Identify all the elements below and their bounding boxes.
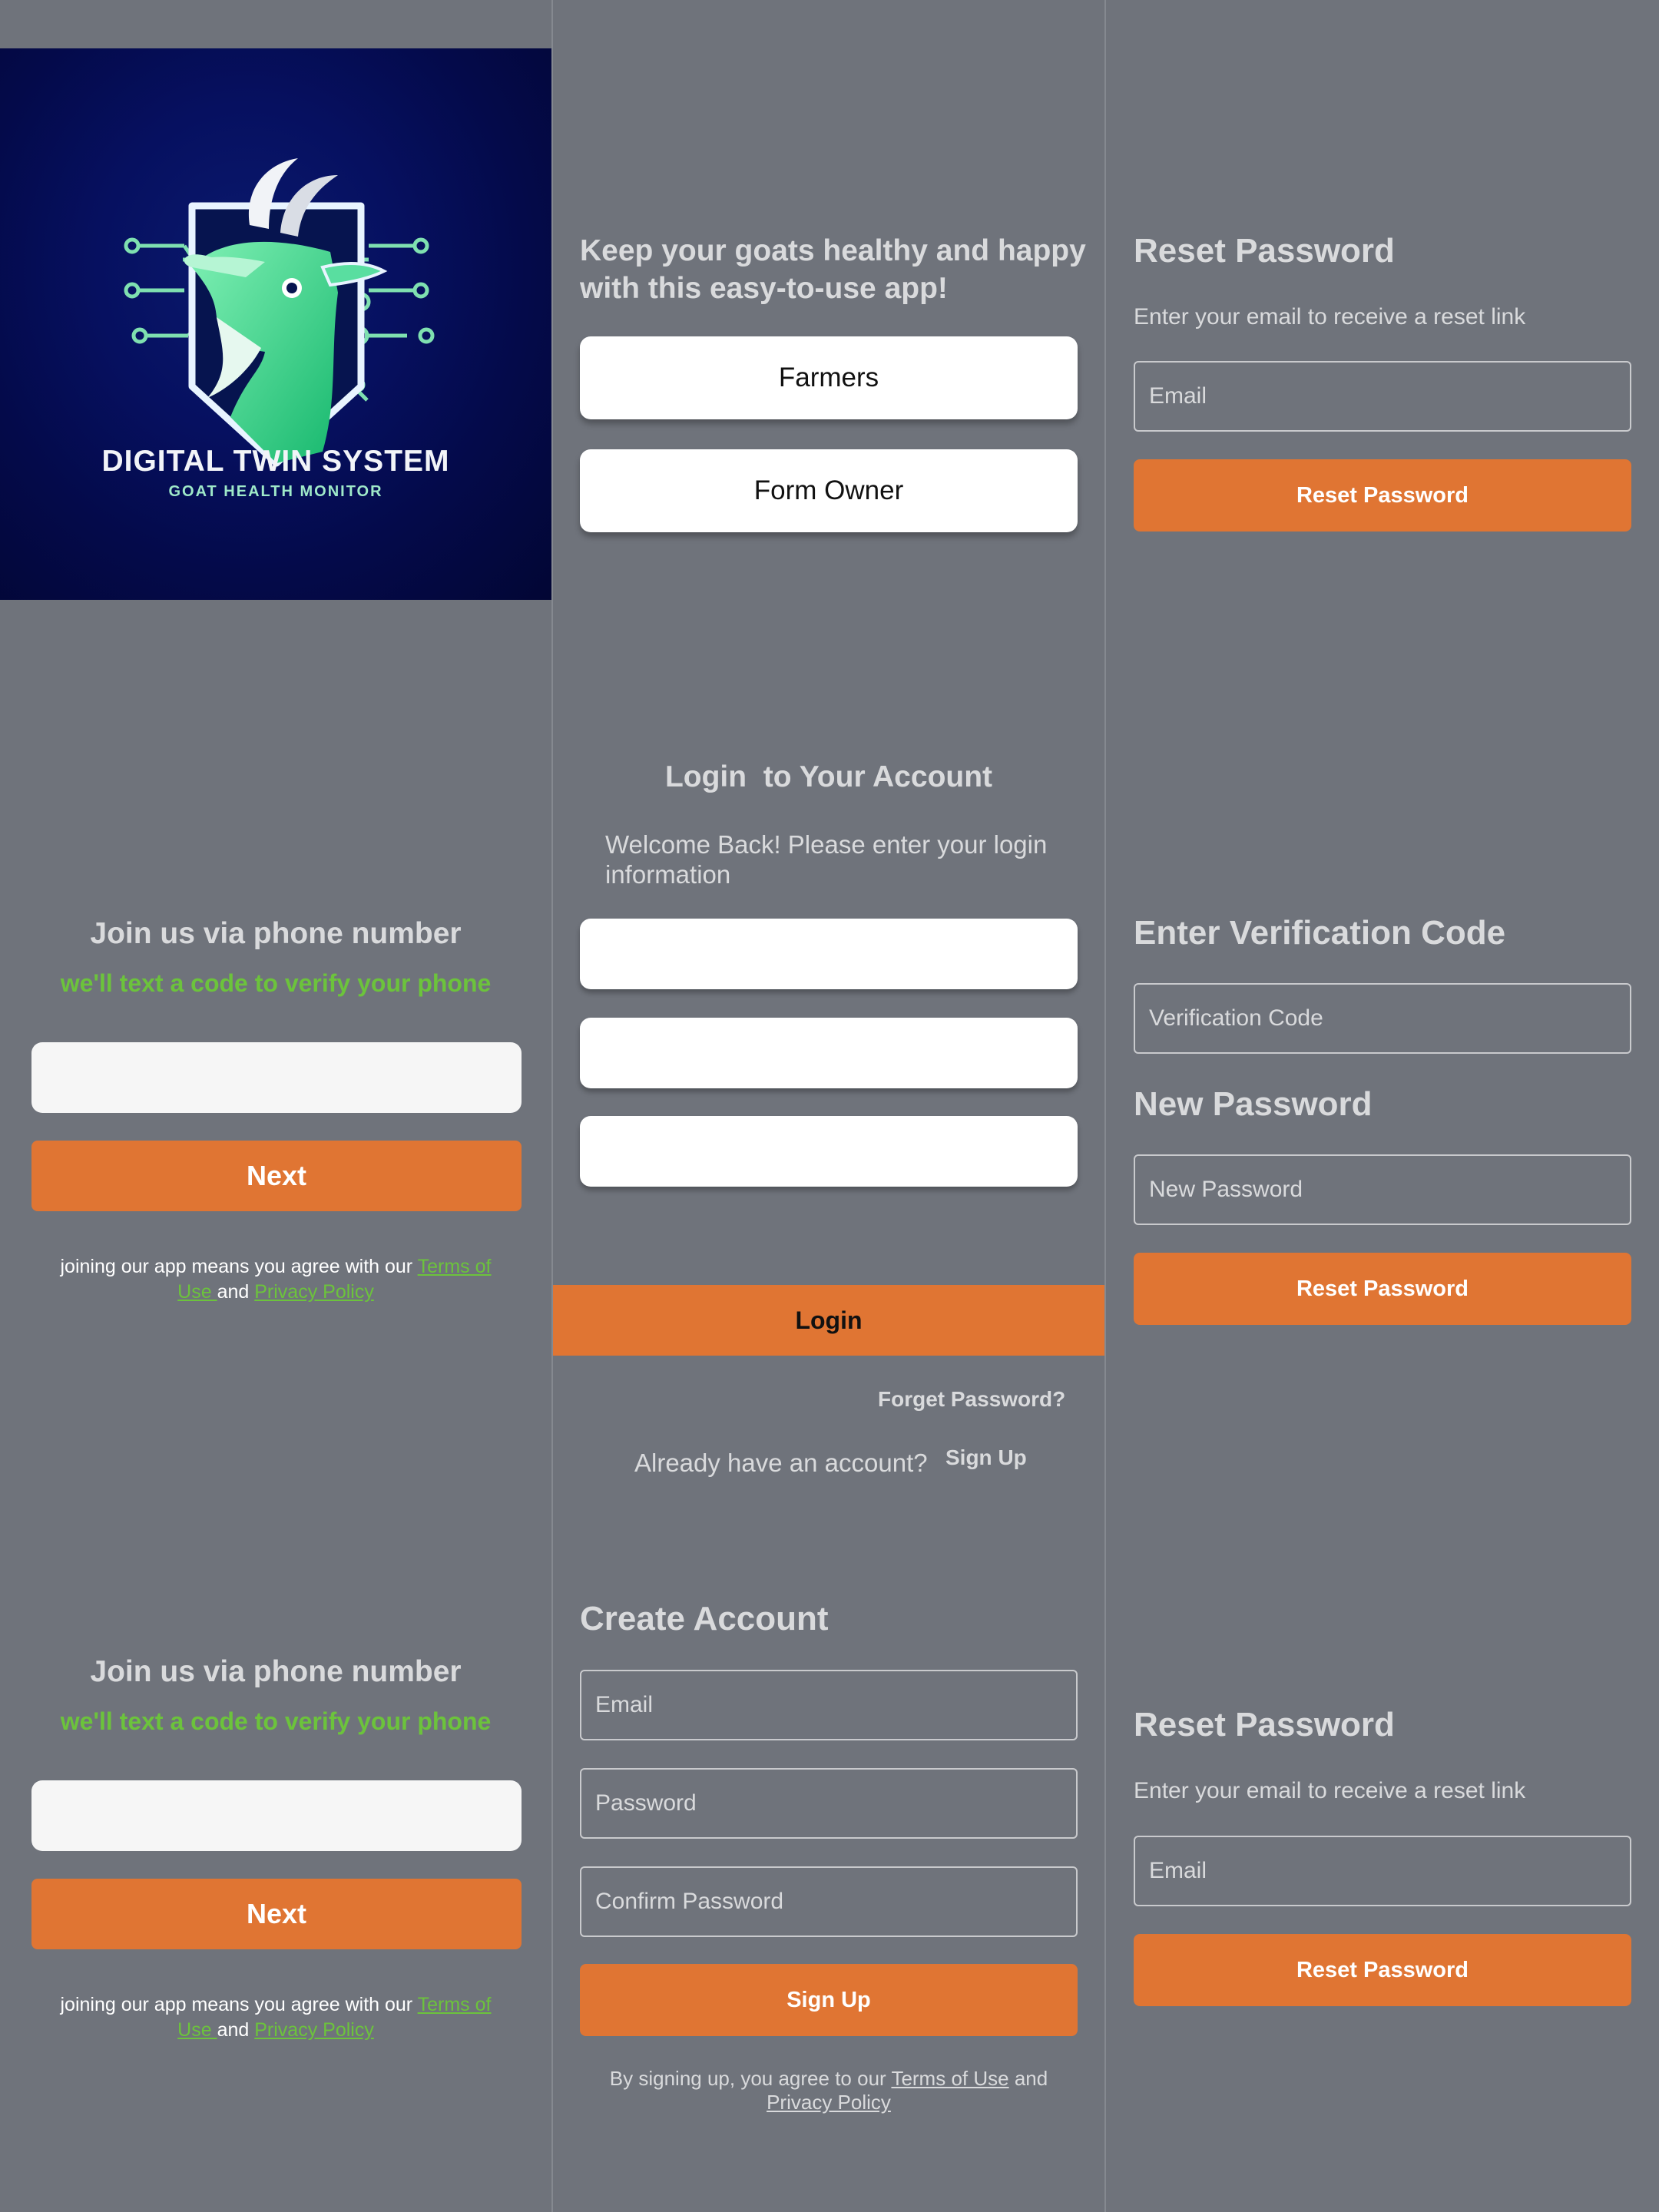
signup-email-field[interactable]: Email	[580, 1670, 1078, 1740]
terms-link[interactable]: Terms of Use	[891, 2067, 1008, 2090]
login-field-2[interactable]	[580, 1018, 1078, 1088]
legal-and: and	[217, 2019, 255, 2041]
login-title: Login to Your Account	[664, 760, 993, 793]
reset-email-field[interactable]: Email	[1134, 361, 1631, 432]
reset-subtitle: Enter your email to receive a reset link	[1134, 304, 1526, 329]
next-button[interactable]: Next	[31, 1879, 522, 1949]
phone-join-subtitle: we'll text a code to verify your phone	[60, 969, 492, 997]
verification-title: Enter Verification Code	[1134, 914, 1506, 952]
column-divider	[1104, 0, 1106, 2212]
account-prompt: Already have an account?	[634, 1449, 928, 1477]
legal-text: joining our app means you agree with our	[60, 1994, 418, 2015]
login-button[interactable]: Login	[553, 1285, 1104, 1356]
phone-join-subtitle: we'll text a code to verify your phone	[60, 1707, 492, 1735]
phone-number-input[interactable]	[31, 1042, 522, 1113]
legal-notice: joining our app means you agree with our…	[46, 1992, 505, 2043]
legal-text: joining our app means you agree with our	[60, 1256, 418, 1277]
phone-join-title: Join us via phone number	[90, 917, 462, 950]
reset-email-field[interactable]: Email	[1134, 1836, 1631, 1906]
privacy-link[interactable]: Privacy Policy	[254, 1281, 374, 1303]
reset-title: Reset Password	[1134, 1706, 1395, 1743]
reset-password-button[interactable]: Reset Password	[1134, 459, 1631, 531]
legal-and: and	[1008, 2067, 1048, 2090]
login-subtitle: Welcome Back! Please enter your login in…	[605, 830, 1048, 889]
signup-password-field[interactable]: Password	[580, 1768, 1078, 1839]
form-owner-button[interactable]: Form Owner	[580, 449, 1078, 532]
role-tagline: Keep your goats healthy and happy with t…	[580, 234, 1086, 305]
splash-logo-panel: DIGITAL TWIN SYSTEM GOAT HEALTH MONITOR	[0, 48, 551, 600]
login-field-3[interactable]	[580, 1116, 1078, 1187]
logo-title: DIGITAL TWIN SYSTEM	[101, 445, 450, 478]
reset-password-button[interactable]: Reset Password	[1134, 1934, 1631, 2006]
legal-text: By signing up, you agree to our	[609, 2067, 892, 2090]
verify-reset-button[interactable]: Reset Password	[1134, 1253, 1631, 1325]
new-password-field[interactable]: New Password	[1134, 1154, 1631, 1225]
signup-legal-notice: By signing up, you agree to our Terms of…	[584, 2067, 1074, 2114]
privacy-link[interactable]: Privacy Policy	[767, 2091, 891, 2114]
legal-notice: joining our app means you agree with our…	[46, 1254, 505, 1305]
signup-link[interactable]: Sign Up	[945, 1445, 1027, 1470]
legal-and: and	[217, 1281, 255, 1303]
farmers-button[interactable]: Farmers	[580, 336, 1078, 419]
next-button[interactable]: Next	[31, 1141, 522, 1211]
phone-join-title: Join us via phone number	[90, 1655, 462, 1688]
create-account-title: Create Account	[580, 1600, 829, 1637]
login-field-1[interactable]	[580, 919, 1078, 989]
signup-confirm-password-field[interactable]: Confirm Password	[580, 1866, 1078, 1937]
goat-circuit-shield-icon	[124, 158, 435, 467]
forgot-password-link[interactable]: Forget Password?	[878, 1387, 1065, 1412]
column-divider	[551, 0, 553, 2212]
verification-code-field[interactable]: Verification Code	[1134, 983, 1631, 1054]
new-password-title: New Password	[1134, 1085, 1373, 1123]
logo-subtitle: GOAT HEALTH MONITOR	[168, 483, 383, 500]
reset-title: Reset Password	[1134, 232, 1395, 270]
privacy-link[interactable]: Privacy Policy	[254, 2019, 374, 2041]
reset-subtitle: Enter your email to receive a reset link	[1134, 1778, 1526, 1803]
signup-button[interactable]: Sign Up	[580, 1964, 1078, 2036]
phone-number-input[interactable]	[31, 1780, 522, 1851]
